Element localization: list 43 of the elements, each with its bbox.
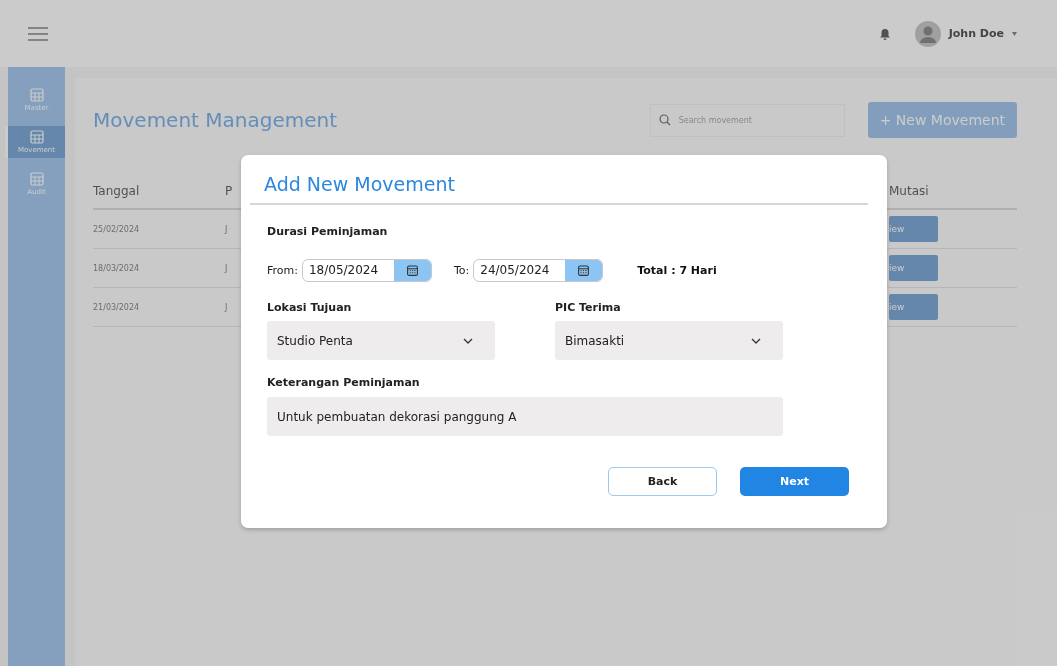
table-icon [29, 130, 44, 144]
date-field[interactable]: 18/05/2024 [301, 258, 432, 282]
table-cell: J [225, 224, 228, 234]
table-cell: 18/03/2024 [93, 263, 140, 273]
column-header: P [225, 184, 233, 198]
table-cell: J [225, 263, 228, 273]
table-cell: 25/02/2024 [93, 224, 140, 234]
chevron-icon [463, 337, 473, 344]
back-button[interactable]: Back [608, 467, 717, 496]
view-button[interactable]: iew [889, 294, 938, 320]
chevron-icon [751, 337, 761, 344]
next-button[interactable]: Next [740, 467, 849, 496]
date-field[interactable]: 24/05/2024 [473, 258, 604, 282]
field-label: Keterangan Peminjaman [267, 376, 421, 389]
calendar-icon [406, 264, 418, 276]
field-label: To: [453, 263, 470, 277]
calendar-button[interactable] [565, 259, 603, 281]
table-cell: J [225, 302, 228, 312]
total-duration: Total : 7 Hari [637, 263, 717, 277]
field-label: Lokasi Tujuan [267, 301, 353, 314]
search-icon [658, 114, 671, 126]
user-name[interactable]: John Doe [948, 27, 1004, 40]
table-cell: 21/03/2024 [93, 302, 140, 312]
bell-icon[interactable] [878, 27, 891, 40]
field-label: From: [267, 263, 298, 277]
column-header: Mutasi [888, 184, 929, 198]
dropdown[interactable]: Studio Penta [267, 321, 495, 360]
field-label: Durasi Peminjaman [267, 225, 389, 238]
calendar-button[interactable] [393, 259, 431, 281]
caret-icon[interactable] [1012, 31, 1017, 36]
table-icon [29, 88, 44, 102]
view-button[interactable]: iew [889, 255, 938, 281]
view-button[interactable]: iew [889, 216, 938, 242]
avatar-icon[interactable] [914, 20, 941, 47]
text-field[interactable]: Untuk pembuatan dekorasi panggung A [267, 397, 783, 436]
column-header: Tanggal [93, 184, 140, 198]
table-icon [29, 172, 44, 186]
dropdown[interactable]: Bimasakti [555, 321, 783, 360]
page-title: Movement Management [93, 108, 339, 132]
calendar-icon [578, 264, 590, 276]
modal-title: Add New Movement [264, 172, 456, 197]
search-field[interactable]: Search movement [649, 103, 845, 137]
field-label: PIC Terima [555, 301, 622, 314]
